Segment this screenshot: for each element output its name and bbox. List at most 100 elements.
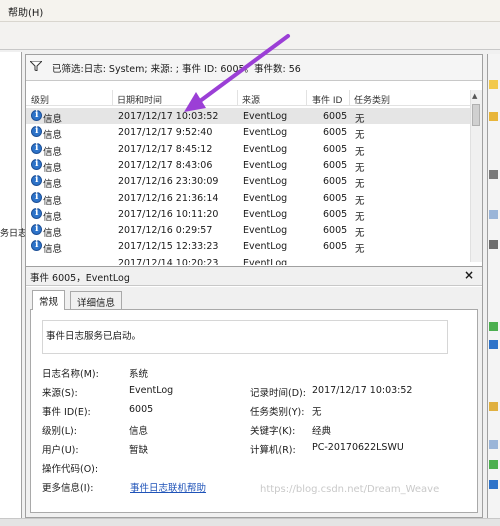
cell-category: 无: [355, 244, 365, 256]
cell-datetime: 2017/12/17 10:03:52: [118, 111, 219, 122]
cell-source: EventLog: [243, 176, 288, 188]
close-icon[interactable]: ×: [464, 268, 474, 282]
refresh-icon-2[interactable]: [489, 460, 498, 469]
tree-item-partial[interactable]: 务日志: [0, 226, 27, 239]
table-row[interactable]: 信息 2017/12/17 10:03:52 EventLog 6005 无: [26, 108, 470, 125]
cell-event-id: 6005: [323, 241, 348, 253]
refresh-icon[interactable]: [489, 322, 498, 331]
table-row[interactable]: 信息 2017/12/16 10:11:20 EventLog 6005 无: [26, 206, 470, 223]
save-icon[interactable]: [489, 402, 498, 411]
cell-level: 信息: [43, 179, 63, 191]
table-row[interactable]: 信息 2017/12/16 23:30:09 EventLog 6005 无: [26, 173, 470, 191]
cell-datetime: 2017/12/16 21:36:14: [118, 192, 219, 204]
column-level[interactable]: 级别: [31, 93, 49, 106]
cell-source: EventLog: [243, 192, 288, 204]
cell-level: 信息: [43, 195, 63, 207]
detail-title: 事件 6005，EventLog: [30, 273, 130, 284]
info-icon: [31, 207, 42, 219]
copy-icon[interactable]: [489, 440, 498, 449]
table-row[interactable]: 信息 2017/12/16 21:36:14 EventLog 6005 无: [26, 190, 470, 207]
cell-datetime: 2017/12/17 9:52:40: [118, 127, 213, 139]
logged-value: 2017/12/17 10:03:52: [312, 385, 413, 396]
more-info-label: 更多信息(I):: [42, 483, 94, 494]
open-log-icon[interactable]: [489, 80, 498, 89]
filter-action-icon[interactable]: [489, 170, 498, 179]
menu-help[interactable]: 帮助(H): [8, 4, 43, 19]
cell-source: EventLog: [243, 241, 288, 253]
user-label: 用户(U):: [42, 445, 79, 456]
table-row[interactable]: 信息 2017/12/17 8:45:12 EventLog 6005 无: [26, 141, 470, 158]
user-value: 暂缺: [129, 445, 149, 456]
cell-level: 信息: [43, 114, 63, 125]
cell-event-id: 6005: [323, 143, 348, 155]
menu-bar: [0, 0, 500, 22]
computer-label: 计算机(R):: [250, 445, 296, 456]
table-row[interactable]: 信息 2017/12/15 12:33:23 EventLog 6005 无: [26, 238, 470, 256]
level-value: 信息: [129, 426, 149, 437]
cell-datetime: 2017/12/17 8:45:12: [118, 143, 213, 155]
computer-value: PC-20170622LSWU: [312, 442, 404, 453]
cell-event-id: 6005: [323, 159, 348, 171]
find-icon[interactable]: [489, 240, 498, 249]
logged-label: 记录时间(D):: [250, 388, 306, 399]
column-datetime[interactable]: 日期和时间: [117, 93, 162, 106]
cell-source: EventLog: [243, 159, 288, 171]
filter-icon: [30, 61, 42, 71]
keywords-label: 关键字(K):: [250, 426, 296, 437]
column-category[interactable]: 任务类别: [354, 93, 390, 106]
cell-event-id: 6005: [323, 225, 348, 237]
level-label: 级别(L):: [42, 426, 77, 437]
cell-category: 无: [355, 179, 365, 191]
status-strip: [0, 518, 500, 526]
table-row[interactable]: 信息 2017/12/17 8:43:06 EventLog 6005 无: [26, 157, 470, 174]
cell-source: EventLog: [243, 257, 288, 265]
table-row[interactable]: 2017/12/14 10:20:23 EventLog: [26, 255, 470, 265]
opcode-label: 操作代码(O):: [42, 464, 99, 475]
task-category-value: 无: [312, 407, 322, 418]
info-icon: [31, 126, 42, 138]
cell-datetime: 2017/12/14 10:20:23: [118, 257, 219, 265]
scrollbar-thumb[interactable]: [472, 104, 480, 126]
online-help-link[interactable]: 事件日志联机帮助: [130, 480, 206, 494]
cell-level: 信息: [43, 146, 63, 158]
filter-summary: 已筛选:日志: System; 来源: ; 事件 ID: 6005。事件数: 5…: [52, 64, 301, 75]
cell-category: 无: [355, 211, 365, 223]
source-value: EventLog: [129, 385, 174, 396]
help-icon-2[interactable]: [489, 480, 498, 489]
scroll-up-icon[interactable]: ▲: [472, 92, 477, 100]
tree-pane: [0, 52, 22, 518]
properties-icon[interactable]: [489, 210, 498, 219]
cell-event-id: 6005: [323, 208, 348, 220]
keywords-value: 经典: [312, 426, 332, 437]
watermark: https://blog.csdn.net/Dream_Weave: [260, 484, 440, 495]
cell-level: 信息: [43, 162, 63, 174]
cell-category: 无: [355, 195, 365, 207]
column-event-id[interactable]: 事件 ID: [312, 93, 342, 106]
log-name-label: 日志名称(M):: [42, 369, 99, 380]
task-category-label: 任务类别(Y):: [250, 407, 305, 418]
folder-icon[interactable]: [489, 112, 498, 121]
column-source[interactable]: 来源: [242, 93, 260, 106]
event-id-label: 事件 ID(E):: [42, 407, 91, 418]
toolbar: [0, 22, 500, 50]
cell-datetime: 2017/12/16 0:29:57: [118, 225, 213, 237]
info-icon: [31, 224, 42, 236]
info-icon: [31, 158, 42, 170]
info-icon: [31, 240, 42, 252]
cell-category: 无: [355, 130, 365, 142]
info-icon: [31, 110, 42, 121]
cell-datetime: 2017/12/17 8:43:06: [118, 159, 213, 171]
cell-datetime: 2017/12/15 12:33:23: [118, 241, 219, 253]
cell-level: 信息: [43, 228, 63, 240]
tab-general[interactable]: 常规: [32, 290, 66, 310]
tab-details[interactable]: 详细信息: [70, 291, 123, 309]
info-icon: [31, 191, 42, 203]
table-row[interactable]: 信息 2017/12/16 0:29:57 EventLog 6005 无: [26, 222, 470, 240]
cell-datetime: 2017/12/16 10:11:20: [118, 208, 219, 220]
cell-category: 无: [355, 146, 365, 158]
cell-level: 信息: [43, 244, 63, 256]
cell-event-id: 6005: [323, 192, 348, 204]
table-row[interactable]: 信息 2017/12/17 9:52:40 EventLog 6005 无: [26, 124, 470, 142]
event-id-value: 6005: [129, 404, 154, 415]
help-icon[interactable]: [489, 340, 498, 349]
